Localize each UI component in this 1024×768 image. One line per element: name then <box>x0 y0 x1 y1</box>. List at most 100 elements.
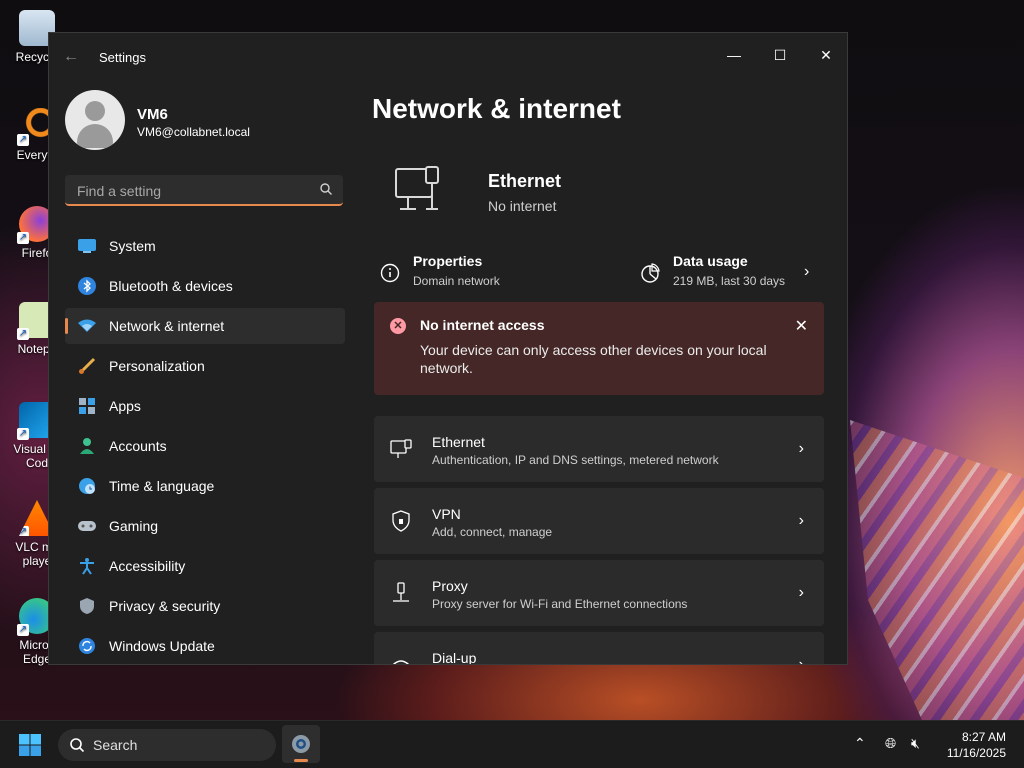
info-icon <box>380 263 400 283</box>
apps-icon <box>77 396 97 416</box>
properties-subtitle: Domain network <box>413 274 500 288</box>
wallpaper-swirl <box>850 420 1024 720</box>
properties-link[interactable]: Properties Domain network <box>380 253 500 288</box>
card-title: Dial-up <box>432 650 477 665</box>
shortcut-arrow-icon: ↗ <box>17 232 29 244</box>
card-ethernet[interactable]: Ethernet Authentication, IP and DNS sett… <box>374 416 824 482</box>
clock-time: 8:27 AM <box>961 730 1006 744</box>
chevron-up-icon[interactable]: ⌃ <box>854 735 866 752</box>
clock-date: 11/16/2025 <box>946 746 1006 760</box>
chevron-right-icon: › <box>798 656 804 665</box>
card-title: Ethernet <box>432 434 485 450</box>
sidebar-item-bluetooth[interactable]: Bluetooth & devices <box>65 268 345 304</box>
gear-icon <box>292 735 310 753</box>
alert-message: Your device can only access other device… <box>420 342 767 376</box>
vpn-shield-icon <box>392 510 410 532</box>
sidebar-item-system[interactable]: System <box>65 228 345 264</box>
sidebar-item-accessibility[interactable]: Accessibility <box>65 548 345 584</box>
taskbar: Search ⌃ 🌐︎ 🔇︎ 8:27 AM 11/16/2025 <box>0 720 1024 768</box>
sidebar-item-privacy[interactable]: Privacy & security <box>65 588 345 624</box>
system-icon <box>77 236 97 256</box>
bluetooth-icon <box>77 276 97 296</box>
window-title: Settings <box>99 50 146 65</box>
card-vpn[interactable]: VPN Add, connect, manage › <box>374 488 824 554</box>
settings-window: ← Settings — ☐ ✕ VM6 VM6@collabnet.local… <box>48 32 848 665</box>
sidebar-item-gaming[interactable]: Gaming <box>65 508 345 544</box>
data-usage-subtitle: 219 MB, last 30 days <box>673 274 786 288</box>
update-icon <box>77 636 97 656</box>
taskbar-search-label: Search <box>93 737 138 753</box>
sidebar-item-personalization[interactable]: Personalization <box>65 348 345 384</box>
card-title: Proxy <box>432 578 468 594</box>
connection-status: No internet <box>488 198 557 214</box>
sidebar-item-network[interactable]: Network & internet <box>65 308 345 344</box>
sidebar-item-label: Accessibility <box>109 558 186 574</box>
sidebar-item-accounts[interactable]: Accounts <box>65 428 345 464</box>
shortcut-arrow-icon: ↗ <box>17 328 29 340</box>
sidebar-item-label: Time & language <box>109 478 215 494</box>
ethernet-icon <box>390 439 412 458</box>
sidebar-item-label: Accounts <box>109 438 167 454</box>
taskbar-settings-app[interactable] <box>282 725 320 763</box>
alert-close-button[interactable]: ✕ <box>795 316 808 336</box>
chevron-right-icon: › <box>804 263 810 280</box>
user-email: VM6@collabnet.local <box>137 125 250 139</box>
taskbar-search[interactable]: Search <box>58 729 276 761</box>
sidebar-item-label: Gaming <box>109 518 159 534</box>
properties-title: Properties <box>413 253 483 269</box>
search-input[interactable] <box>75 180 309 202</box>
avatar <box>65 90 125 150</box>
shortcut-arrow-icon: ↗ <box>17 428 29 440</box>
user-profile[interactable]: VM6 VM6@collabnet.local <box>65 90 250 150</box>
sidebar-item-label: Privacy & security <box>109 598 221 614</box>
card-subtitle: Authentication, IP and DNS settings, met… <box>432 453 719 467</box>
card-proxy[interactable]: Proxy Proxy server for Wi-Fi and Etherne… <box>374 560 824 626</box>
sidebar-item-label: Network & internet <box>109 318 225 334</box>
page-title: Network & internet <box>372 93 621 124</box>
ethernet-computer-icon <box>395 166 439 210</box>
sidebar-item-windows-update[interactable]: Windows Update <box>65 628 345 664</box>
card-subtitle: Proxy server for Wi-Fi and Ethernet conn… <box>432 597 688 611</box>
back-arrow-icon[interactable]: ← <box>63 48 83 66</box>
shield-icon <box>77 596 97 616</box>
dialup-icon <box>392 660 410 664</box>
sidebar-item-label: Windows Update <box>109 638 215 654</box>
globe-network-icon[interactable]: 🌐︎ <box>885 735 896 752</box>
sidebar-item-label: System <box>109 238 156 254</box>
sidebar-nav: System Bluetooth & devices Network & int… <box>65 228 345 664</box>
pie-chart-icon <box>641 263 660 283</box>
data-usage-title: Data usage <box>673 253 748 269</box>
error-icon: ✕ <box>390 318 406 334</box>
chevron-right-icon: › <box>798 512 804 529</box>
card-subtitle: Add, connect, manage <box>432 525 553 539</box>
sidebar-item-apps[interactable]: Apps <box>65 388 345 424</box>
gamepad-icon <box>77 516 97 536</box>
globe-clock-icon <box>77 476 97 496</box>
user-name: VM6 <box>137 106 168 123</box>
windows-start-icon[interactable] <box>18 733 42 757</box>
sidebar-item-time-language[interactable]: Time & language <box>65 468 345 504</box>
search-icon <box>70 738 85 753</box>
sidebar-item-label: Apps <box>109 398 141 414</box>
network-icon <box>77 316 97 336</box>
shortcut-arrow-icon: ↗ <box>17 624 29 636</box>
card-title: VPN <box>432 506 461 522</box>
taskbar-clock[interactable]: 8:27 AM 11/16/2025 <box>947 729 1006 761</box>
sidebar-item-label: Bluetooth & devices <box>109 278 233 294</box>
connection-name: Ethernet <box>488 171 562 191</box>
chevron-right-icon: › <box>798 584 804 601</box>
chevron-right-icon: › <box>798 440 804 457</box>
active-app-indicator <box>294 759 308 762</box>
shortcut-arrow-icon: ↗ <box>18 526 29 537</box>
data-usage-link[interactable]: Data usage 219 MB, last 30 days › <box>640 253 820 288</box>
brush-icon <box>77 356 97 376</box>
search-icon <box>320 183 332 195</box>
card-dial-up[interactable]: Dial-up › <box>374 632 824 665</box>
alert-title: No internet access <box>420 317 545 333</box>
shortcut-arrow-icon: ↗ <box>17 134 29 146</box>
main-content: Network & internet Ethernet No internet … <box>372 33 847 665</box>
accounts-icon <box>77 436 97 456</box>
accessibility-icon <box>77 556 97 576</box>
proxy-icon <box>393 582 409 602</box>
speaker-muted-icon[interactable]: 🔇︎ <box>911 735 920 752</box>
